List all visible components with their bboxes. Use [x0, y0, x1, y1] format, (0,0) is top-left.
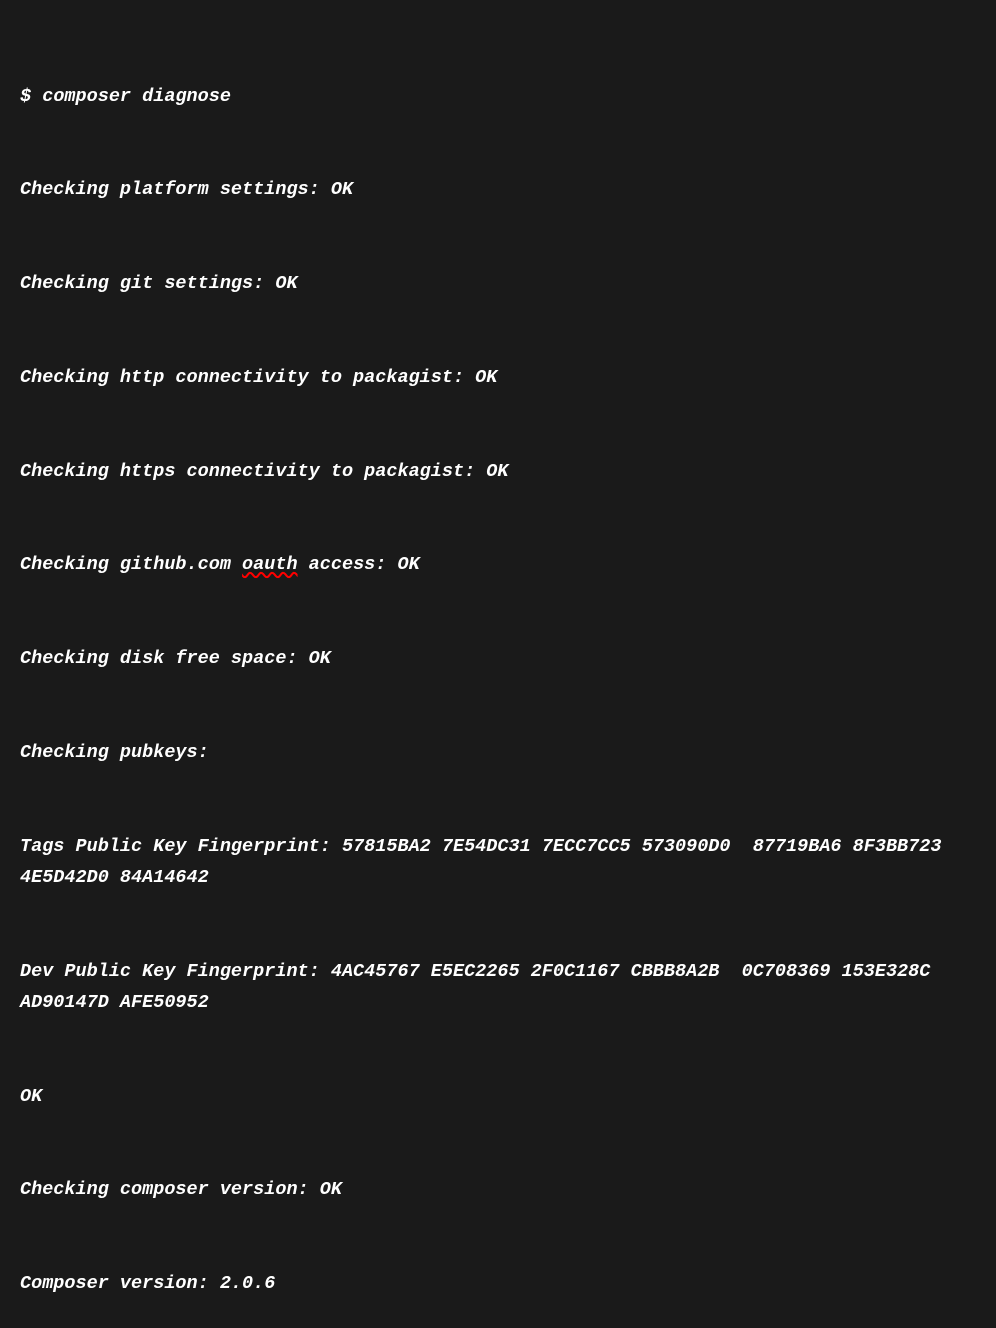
shell-prompt: $: [20, 86, 42, 107]
terminal-output: $ composer diagnose Checking platform se…: [20, 18, 976, 1328]
command-text: composer diagnose: [42, 86, 231, 107]
output-line: Dev Public Key Fingerprint: 4AC45767 E5E…: [20, 956, 976, 1019]
output-line: Checking github.com oauth access: OK: [20, 549, 976, 580]
output-line: OK: [20, 1081, 976, 1112]
output-line: Checking git settings: OK: [20, 268, 976, 299]
command-line: $ composer diagnose: [20, 81, 976, 112]
output-line: Checking platform settings: OK: [20, 174, 976, 205]
output-text: access: OK: [298, 554, 420, 575]
output-line: Composer version: 2.0.6: [20, 1268, 976, 1299]
output-line: Checking https connectivity to packagist…: [20, 456, 976, 487]
output-line: Checking http connectivity to packagist:…: [20, 362, 976, 393]
output-text: Checking github.com: [20, 554, 242, 575]
spellcheck-word: oauth: [242, 554, 298, 575]
output-line: Checking pubkeys:: [20, 737, 976, 768]
output-line: Checking composer version: OK: [20, 1174, 976, 1205]
output-line: Checking disk free space: OK: [20, 643, 976, 674]
output-line: Tags Public Key Fingerprint: 57815BA2 7E…: [20, 831, 976, 894]
